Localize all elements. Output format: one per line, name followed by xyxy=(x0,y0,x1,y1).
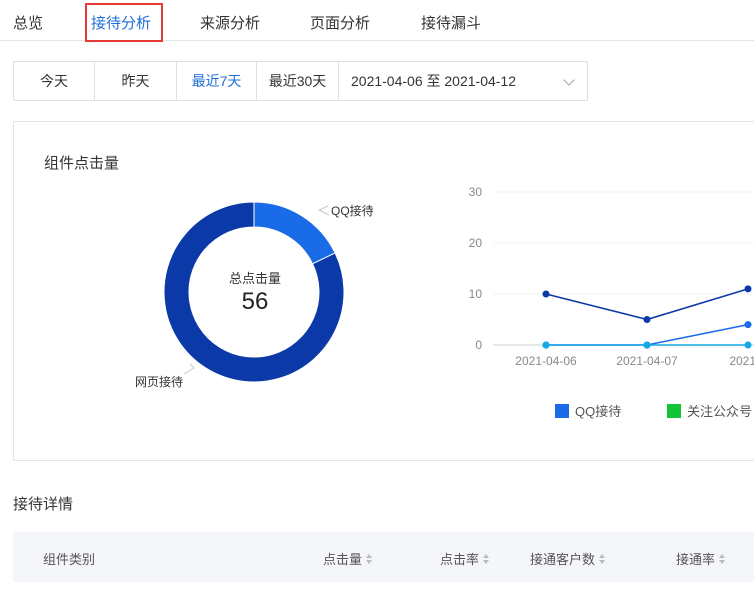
series-line-0 xyxy=(545,288,749,321)
series-point-2-2 xyxy=(744,341,752,349)
charts-canvas: 0 10 20 30 2021-04-06 2021-04-07 2021-0 xyxy=(163,185,754,383)
date-filter: 今天 昨天 最近7天 最近30天 2021-04-06 至 2021-04-12 xyxy=(13,61,588,101)
col-category: 组件类别 xyxy=(43,549,95,568)
y-tick-label-2: 20 xyxy=(469,236,483,250)
col-connected-customers-label: 接通客户数 xyxy=(530,552,596,567)
sort-icon xyxy=(483,553,490,564)
col-click-rate-label: 点击率 xyxy=(440,552,480,567)
x-tick-label-1: 2021-04-07 xyxy=(616,354,678,368)
date-yesterday-button[interactable]: 昨天 xyxy=(95,62,177,100)
col-connected-customers[interactable]: 接通客户数 xyxy=(530,549,606,568)
active-tab-highlight xyxy=(85,3,163,42)
series-point-0-1 xyxy=(643,316,651,323)
y-tick-label-1: 10 xyxy=(469,287,483,301)
x-tick-label-2: 2021-0 xyxy=(729,354,754,368)
date-last30-button[interactable]: 最近30天 xyxy=(257,62,339,100)
col-clicks[interactable]: 点击量 xyxy=(323,549,373,568)
series-point-0-2 xyxy=(744,285,752,293)
sort-icon xyxy=(719,553,726,564)
legend-label-qq: QQ接待 xyxy=(575,404,622,419)
legend-swatch-qq xyxy=(555,403,569,418)
y-tick-label-3: 30 xyxy=(469,185,483,199)
legend-item-official[interactable]: 关注公众号 xyxy=(667,401,752,420)
legend-label-official: 关注公众号 xyxy=(687,404,753,419)
chevron-down-icon xyxy=(563,74,575,86)
date-range-picker[interactable]: 2021-04-06 至 2021-04-12 xyxy=(339,62,587,100)
legend-swatch-official xyxy=(667,403,681,418)
series-point-1-2 xyxy=(744,321,752,329)
leader-line-qq xyxy=(317,205,330,216)
legend-item-qq[interactable]: QQ接待 xyxy=(555,401,621,420)
pie-slice-0 xyxy=(253,201,336,265)
col-connect-rate-label: 接通率 xyxy=(676,552,716,567)
col-category-label: 组件类别 xyxy=(43,552,96,567)
donut-center-label: 总点击量 xyxy=(228,271,281,286)
tab-overview[interactable]: 总览 xyxy=(13,12,43,33)
detail-table-header: 组件类别 点击量 点击率 接通客户数 接通率 xyxy=(13,532,754,582)
col-connect-rate[interactable]: 接通率 xyxy=(676,549,726,568)
y-tick-label-0: 0 xyxy=(475,338,482,352)
sort-icon xyxy=(599,553,606,564)
sort-icon xyxy=(366,553,373,564)
date-last7-button[interactable]: 最近7天 xyxy=(177,62,257,100)
col-clicks-label: 点击量 xyxy=(323,552,363,567)
series-point-0-0 xyxy=(542,290,550,298)
tab-source-analysis[interactable]: 来源分析 xyxy=(200,12,260,33)
donut-label-qq: QQ接待 xyxy=(331,204,374,218)
detail-title: 接待详情 xyxy=(13,496,74,513)
series-point-2-1 xyxy=(643,341,651,349)
x-tick-label-0: 2021-04-06 xyxy=(515,354,577,368)
leader-line-web xyxy=(183,363,195,375)
date-today-button[interactable]: 今天 xyxy=(14,62,95,100)
date-range-text: 2021-04-06 至 2021-04-12 xyxy=(351,73,517,89)
click-volume-card: 组件点击量 01020302021-04-062021-04-072021-0 … xyxy=(13,121,754,461)
tab-reception-funnel[interactable]: 接待漏斗 xyxy=(421,12,481,33)
donut-label-web: 网页接待 xyxy=(135,375,184,389)
donut-center-value: 56 xyxy=(241,288,269,315)
col-click-rate[interactable]: 点击率 xyxy=(440,549,490,568)
tab-page-analysis[interactable]: 页面分析 xyxy=(310,12,370,33)
series-point-2-0 xyxy=(542,341,550,349)
